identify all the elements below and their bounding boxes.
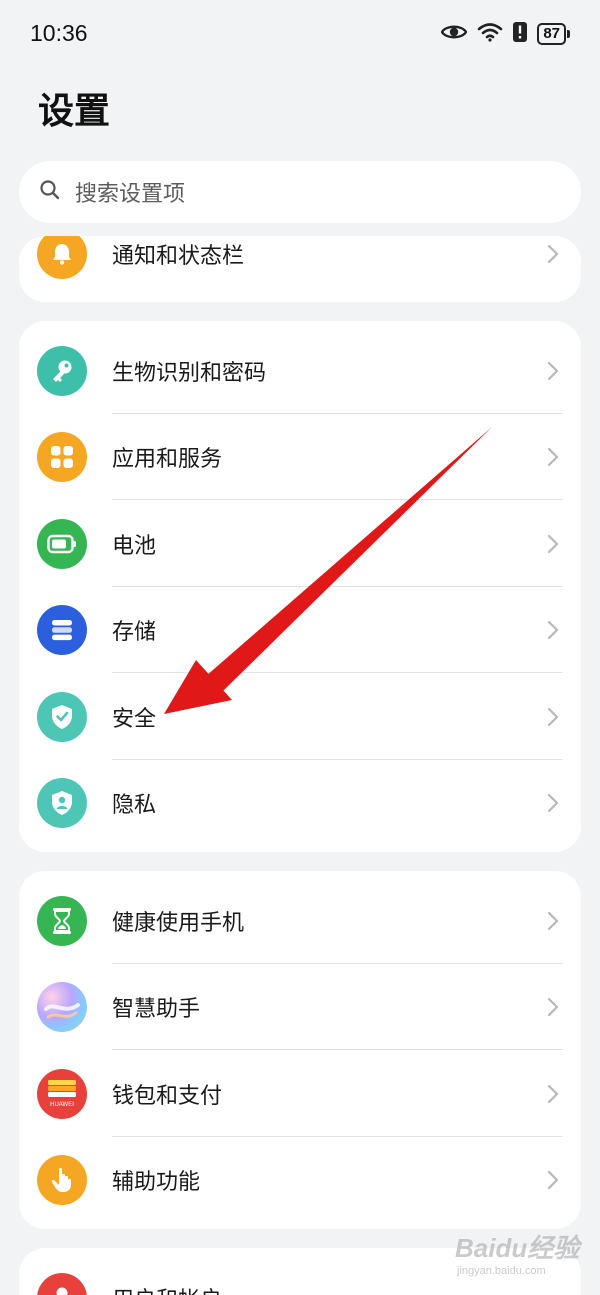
settings-item-label: 用户和帐户 — [112, 1282, 222, 1295]
battery-level: 87 — [537, 23, 566, 45]
settings-item-wallet[interactable]: HUAWEI 钱包和支付 — [19, 1051, 581, 1137]
page-title: 设置 — [38, 91, 111, 132]
chevron-right-icon — [547, 361, 559, 385]
settings-item-security[interactable]: 安全 — [19, 674, 581, 760]
settings-group-notifications: 通知和状态栏 — [19, 236, 581, 302]
settings-item-privacy[interactable]: 隐私 — [19, 760, 581, 846]
wifi-icon — [477, 22, 503, 46]
key-icon — [37, 346, 87, 396]
status-time: 10:36 — [30, 20, 88, 46]
chevron-right-icon — [547, 911, 559, 935]
alert-icon — [513, 22, 528, 46]
settings-item-storage[interactable]: 存储 — [19, 587, 581, 673]
chevron-right-icon — [547, 534, 559, 558]
wallet-icon: HUAWEI — [37, 1069, 87, 1119]
watermark-logo: Baidu经验 — [455, 1233, 580, 1263]
chevron-right-icon — [547, 447, 559, 471]
battery-icon — [37, 519, 87, 569]
user-icon — [37, 1273, 87, 1295]
apps-grid-icon — [37, 432, 87, 482]
bell-icon — [37, 236, 87, 279]
settings-item-label: 通知和状态栏 — [112, 244, 245, 269]
chevron-right-icon — [547, 997, 559, 1021]
chevron-right-icon — [547, 793, 559, 817]
shield-check-icon — [37, 692, 87, 742]
battery-icon: 87 — [537, 23, 570, 45]
chevron-right-icon — [547, 620, 559, 644]
settings-item-notifications[interactable]: 通知和状态栏 — [19, 236, 581, 297]
settings-item-biometrics[interactable]: 生物识别和密码 — [19, 328, 581, 414]
chevron-right-icon — [547, 244, 559, 268]
settings-item-battery[interactable]: 电池 — [19, 501, 581, 587]
settings-group-assistant: 健康使用手机 智慧助手 HUAWEI 钱包和支付 辅助功能 — [19, 871, 581, 1229]
search-placeholder: 搜索设置项 — [75, 182, 186, 207]
storage-icon — [37, 605, 87, 655]
chevron-right-icon — [547, 1170, 559, 1194]
settings-group-security: 生物识别和密码 应用和服务 电池 存储 安全 隐私 — [19, 321, 581, 852]
status-bar: 10:36 87 — [0, 0, 600, 70]
divider — [112, 672, 563, 673]
settings-item-label: 生物识别和密码 — [112, 361, 267, 386]
settings-item-label: 辅助功能 — [112, 1170, 201, 1195]
settings-item-label: 健康使用手机 — [112, 911, 245, 936]
watermark-url: jingyan.baidu.com — [457, 1265, 546, 1277]
hourglass-icon — [37, 896, 87, 946]
settings-item-label: 电池 — [112, 534, 157, 559]
divider — [112, 499, 563, 500]
settings-item-label: 隐私 — [112, 793, 157, 818]
wallet-card-text: HUAWEI — [50, 1102, 74, 1108]
settings-item-label: 存储 — [112, 620, 157, 645]
settings-item-digital-balance[interactable]: 健康使用手机 — [19, 878, 581, 964]
chevron-right-icon — [547, 1084, 559, 1108]
settings-item-label: 智慧助手 — [112, 997, 201, 1022]
settings-item-apps[interactable]: 应用和服务 — [19, 414, 581, 500]
privacy-shield-icon — [37, 778, 87, 828]
watermark: Baidu经验 jingyan.baidu.com — [455, 1228, 579, 1277]
status-icons: 87 — [440, 22, 570, 46]
settings-item-accessibility[interactable]: 辅助功能 — [19, 1137, 581, 1223]
settings-item-label: 安全 — [112, 707, 157, 732]
hand-icon — [37, 1155, 87, 1205]
settings-item-smart-assistant[interactable]: 智慧助手 — [19, 964, 581, 1050]
eye-icon — [440, 23, 468, 45]
assistant-icon — [37, 982, 87, 1032]
search-icon — [39, 179, 61, 205]
chevron-right-icon — [547, 707, 559, 731]
settings-item-label: 应用和服务 — [112, 447, 223, 472]
search-input[interactable]: 搜索设置项 — [19, 161, 581, 223]
settings-item-label: 钱包和支付 — [112, 1084, 223, 1109]
divider — [112, 1049, 563, 1050]
